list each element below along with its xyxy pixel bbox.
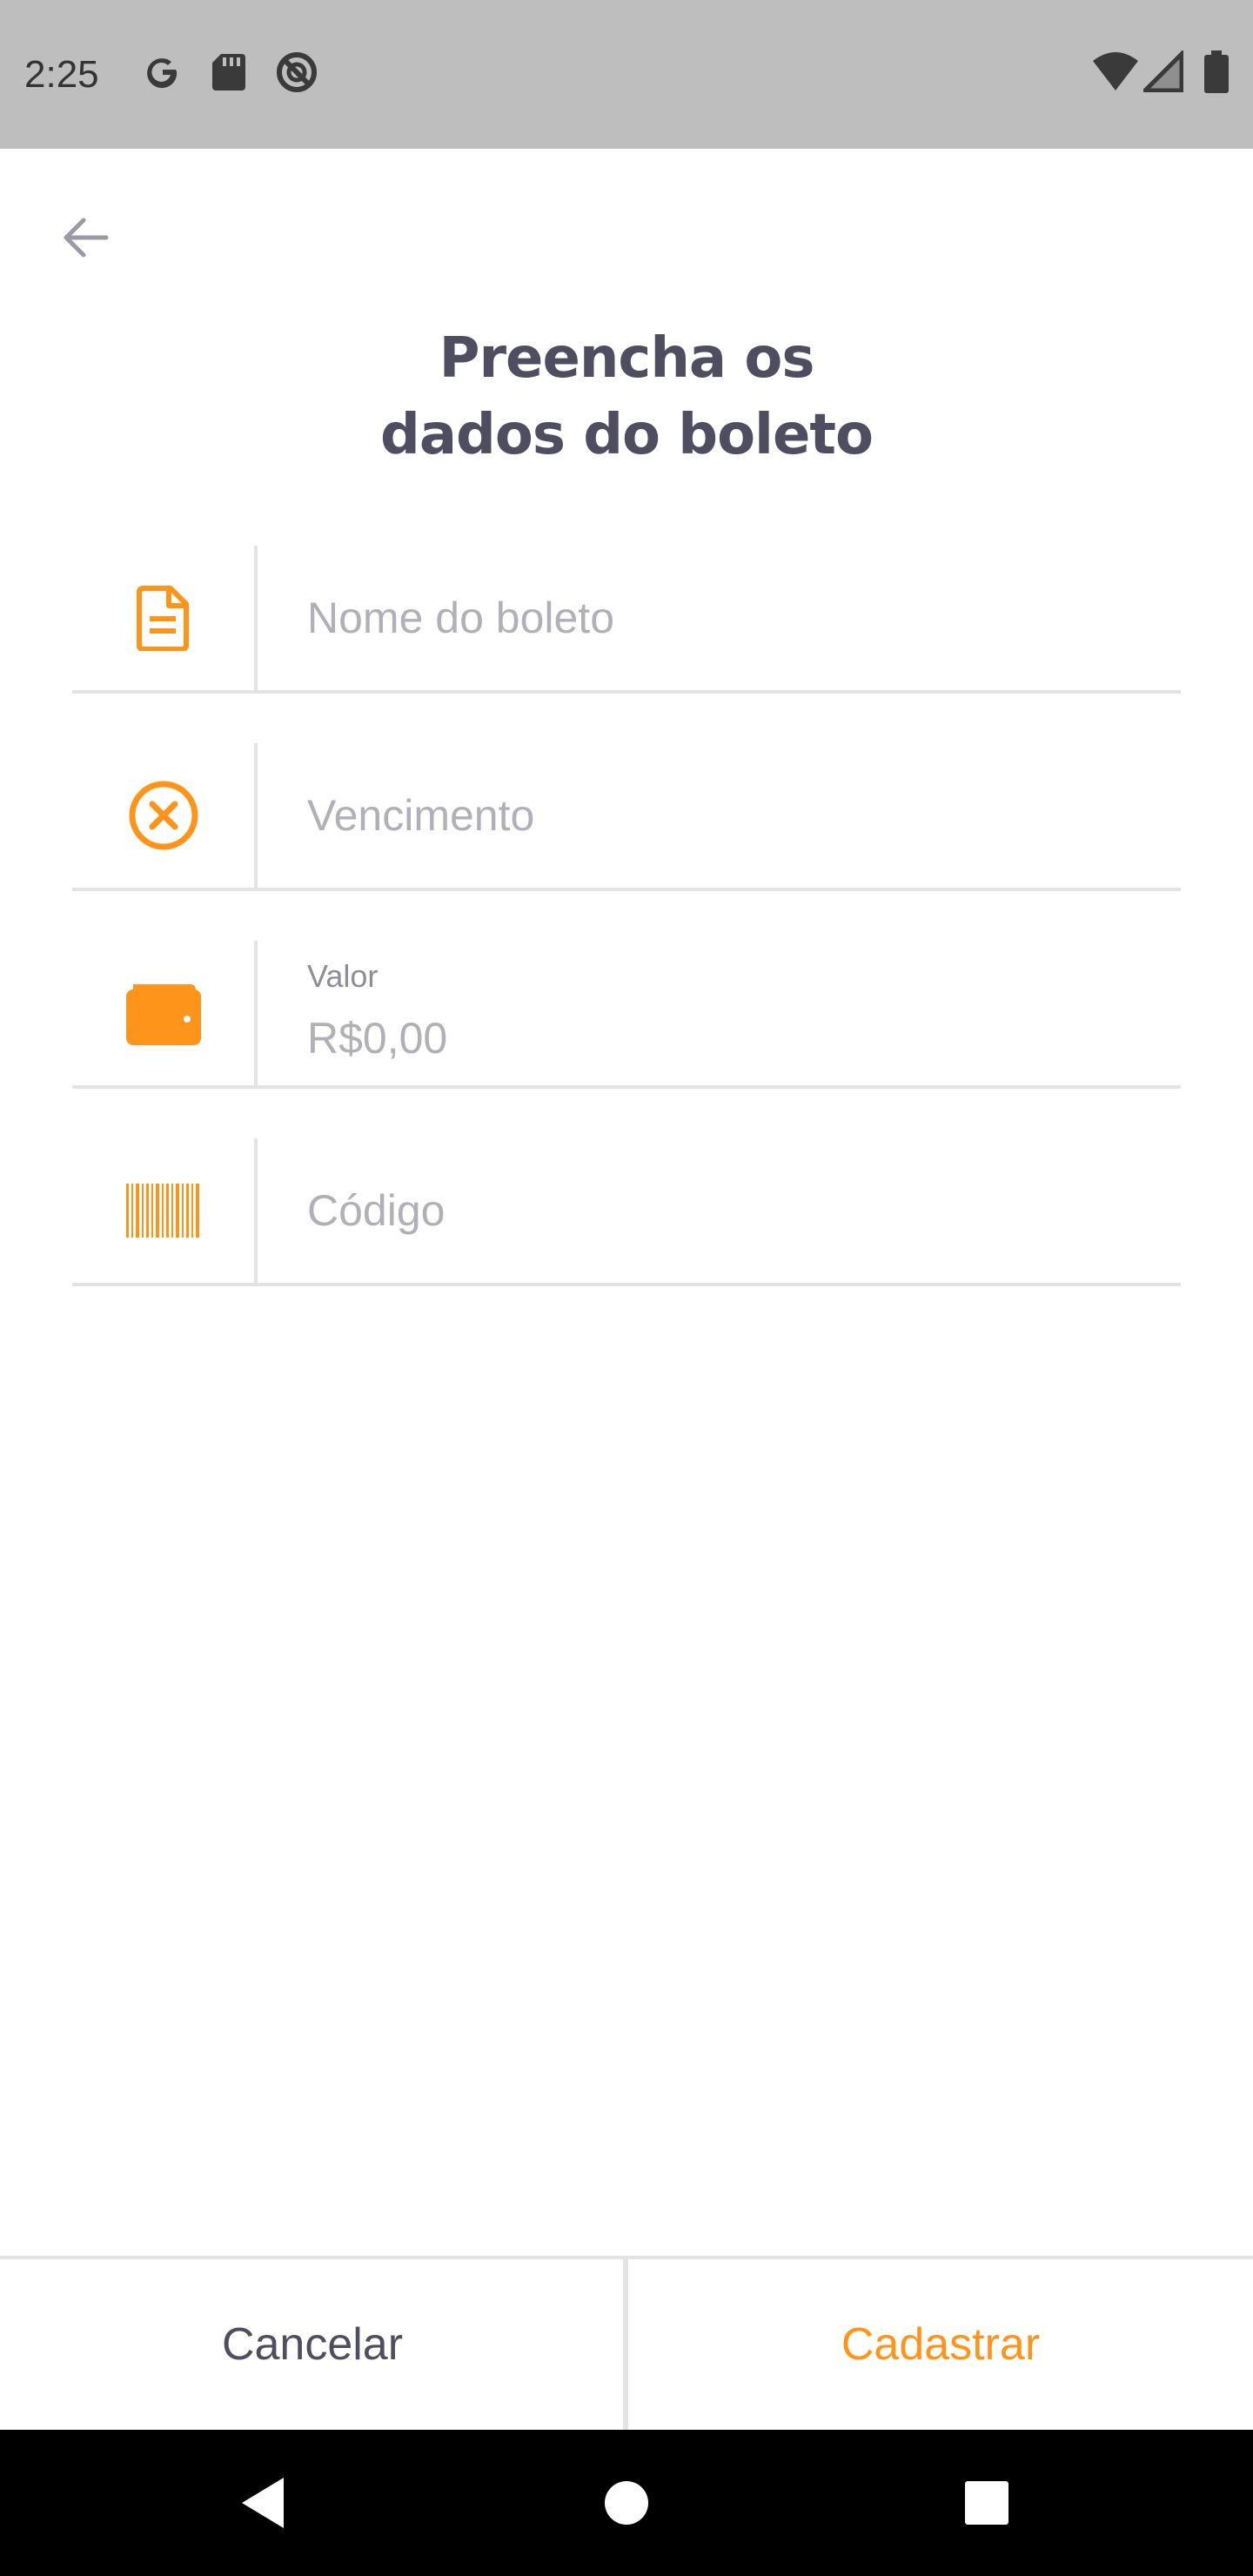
- register-button[interactable]: Cadastrar: [628, 2259, 1253, 2430]
- bottom-action-bar: Cancelar Cadastrar: [0, 2256, 1253, 2430]
- arrow-left-icon: [64, 218, 109, 258]
- page-title-line-2: dados do boleto: [380, 403, 874, 467]
- name-input[interactable]: [307, 546, 1160, 690]
- nav-home-button[interactable]: [557, 2430, 696, 2576]
- amount-field-icon-wrap: [72, 941, 255, 1085]
- field-divider: [254, 1138, 258, 1283]
- due-date-field: [72, 743, 1181, 891]
- file-text-icon: [137, 586, 189, 651]
- status-bar: 2:25: [0, 0, 1253, 149]
- amount-input[interactable]: [307, 991, 1160, 1085]
- wifi-icon: [1093, 52, 1138, 91]
- field-divider: [254, 941, 258, 1085]
- back-button[interactable]: [44, 196, 127, 279]
- status-time: 2:25: [24, 53, 99, 96]
- due-date-field-icon-wrap: [72, 743, 255, 888]
- code-field-icon-wrap: [72, 1138, 255, 1283]
- page-title: Preencha os dados do boleto: [0, 320, 1253, 473]
- cancel-button[interactable]: Cancelar: [0, 2259, 625, 2430]
- code-input[interactable]: [307, 1138, 1160, 1283]
- due-date-input[interactable]: [307, 743, 1160, 888]
- square-recents-icon: [965, 2481, 1008, 2525]
- wallet-icon: [126, 984, 201, 1045]
- battery-icon: [1204, 50, 1229, 93]
- signal-icon: [1143, 50, 1183, 92]
- name-field-icon-wrap: [72, 546, 255, 690]
- field-divider: [254, 546, 258, 690]
- field-divider: [254, 743, 258, 888]
- no-disturb-icon: [277, 52, 317, 92]
- google-icon: [147, 58, 178, 89]
- name-field: [72, 546, 1181, 694]
- amount-field: Valor: [72, 941, 1181, 1089]
- code-field: [72, 1138, 1181, 1286]
- page-title-line-1: Preencha os: [439, 326, 815, 391]
- x-circle-icon: [129, 781, 198, 850]
- circle-home-icon: [605, 2481, 648, 2525]
- nav-recents-button[interactable]: [917, 2430, 1056, 2576]
- nav-back-button[interactable]: [193, 2430, 332, 2576]
- system-nav-bar: [0, 2430, 1253, 2576]
- triangle-back-icon: [242, 2478, 284, 2528]
- sd-card-icon: [212, 54, 245, 91]
- barcode-icon: [126, 1184, 199, 1238]
- amount-label: Valor: [307, 958, 379, 994]
